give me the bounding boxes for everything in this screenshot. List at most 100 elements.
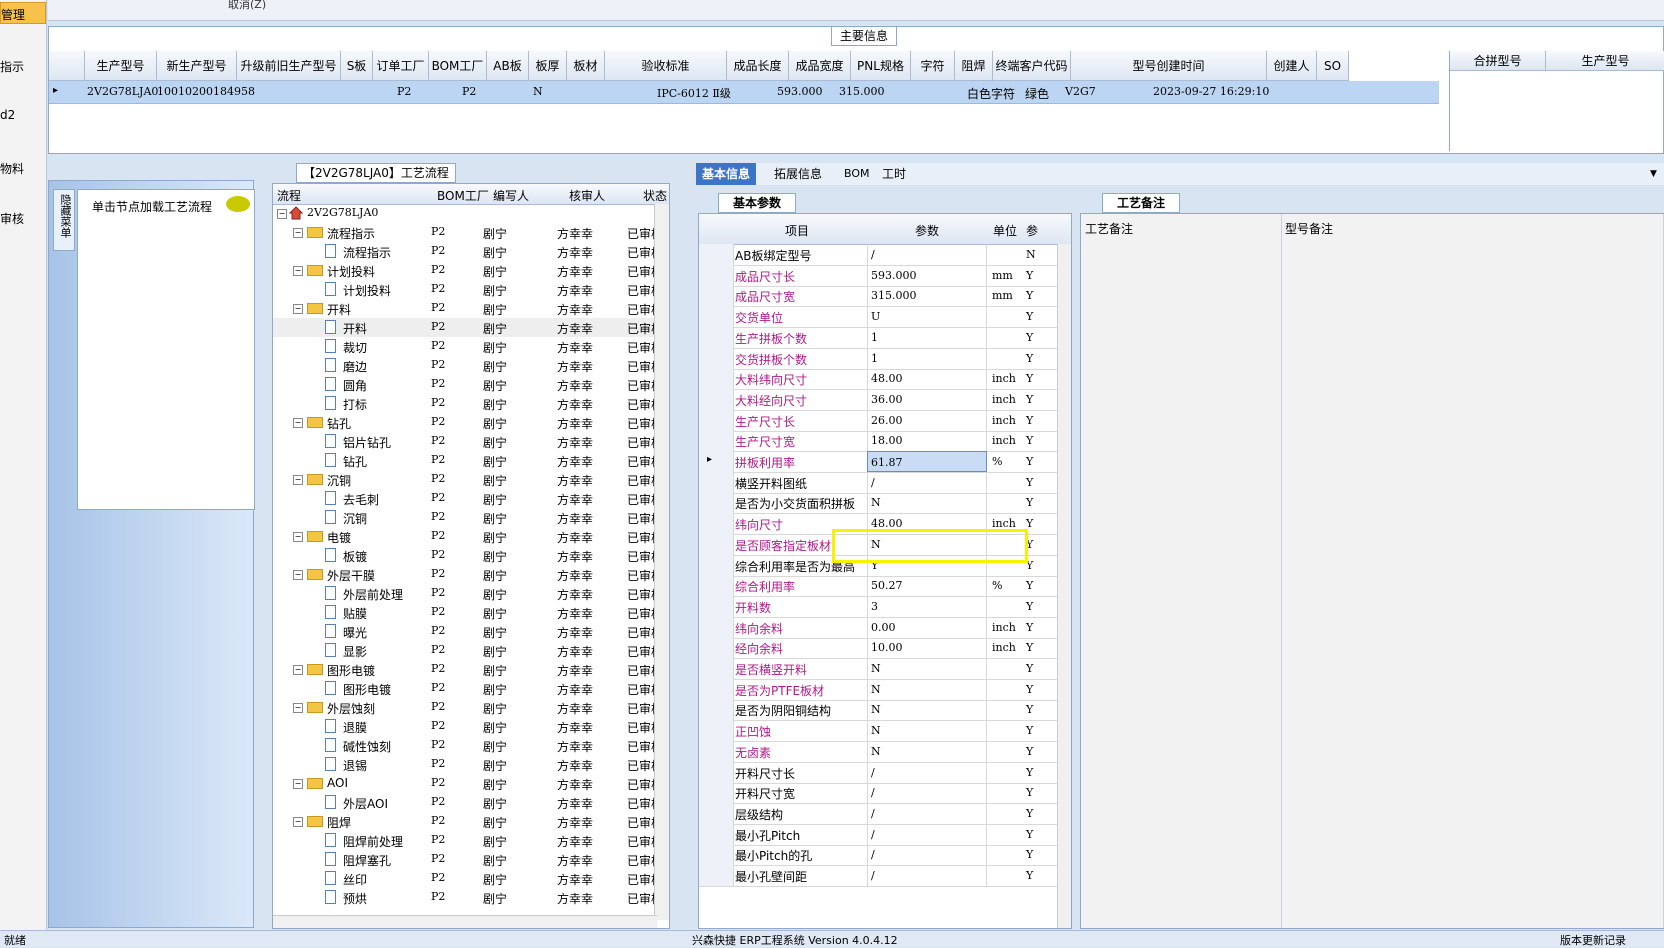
collapse-toggle-icon[interactable]: − xyxy=(293,703,303,713)
row-indicator[interactable] xyxy=(699,616,734,638)
main-col-header[interactable]: 订单工厂 xyxy=(373,51,429,81)
nav-item-1[interactable]: 指示 xyxy=(0,58,24,75)
row-indicator[interactable] xyxy=(699,823,734,845)
row-indicator[interactable] xyxy=(699,678,734,700)
tree-node-row[interactable]: 圆角 P2 剧宁 方幸幸 已审核 xyxy=(273,375,669,394)
cancel-button[interactable]: 取消(Z) xyxy=(228,0,266,12)
param-value-field[interactable]: / xyxy=(867,844,987,866)
param-value-field[interactable]: / xyxy=(867,802,987,824)
row-indicator[interactable] xyxy=(699,699,734,721)
nav-item-selected[interactable]: 管理 xyxy=(0,2,46,24)
param-row[interactable]: 无卤素 N Y xyxy=(699,740,1071,763)
param-value-field[interactable]: 315.000 xyxy=(867,285,987,307)
main-col-header[interactable]: PNL规格 xyxy=(851,51,911,81)
row-indicator[interactable] xyxy=(699,844,734,866)
param-value-field[interactable]: / xyxy=(867,782,987,804)
tree-node-row[interactable]: 显影 P2 剧宁 方幸幸 已审核 xyxy=(273,641,669,660)
row-indicator[interactable] xyxy=(699,575,734,597)
collapse-toggle-icon[interactable]: − xyxy=(293,665,303,675)
tree-node-row[interactable]: − 钻孔 P2 剧宁 方幸幸 已审核 xyxy=(273,413,669,432)
main-col-header[interactable]: 成品长度 xyxy=(727,51,789,81)
row-indicator[interactable] xyxy=(699,554,734,576)
row-indicator[interactable] xyxy=(699,802,734,824)
main-col-header[interactable]: 板厚 xyxy=(529,51,567,81)
tree-node-row[interactable]: − 流程指示 P2 剧宁 方幸幸 已审核 xyxy=(273,223,669,242)
param-row[interactable]: 大料纬向尺寸 48.00 inch Y xyxy=(699,368,1071,391)
tree-node-row[interactable]: − 电镀 P2 剧宁 方幸幸 已审核 xyxy=(273,527,669,546)
tree-node-row[interactable]: 贴膜 P2 剧宁 方幸幸 已审核 xyxy=(273,603,669,622)
tree-vertical-scrollbar[interactable] xyxy=(654,204,669,920)
row-indicator[interactable] xyxy=(699,244,734,265)
param-row[interactable]: 交货拼板个数 1 Y xyxy=(699,347,1071,370)
collapse-toggle-icon[interactable]: − xyxy=(293,228,303,238)
param-value-field[interactable]: U xyxy=(867,306,987,328)
main-col-header[interactable]: 验收标准 xyxy=(605,51,727,81)
param-row[interactable]: 最小孔Pitch / Y xyxy=(699,823,1071,846)
tree-horizontal-scrollbar[interactable] xyxy=(273,915,657,928)
row-indicator[interactable] xyxy=(699,285,734,307)
param-value-field[interactable]: / xyxy=(867,471,987,493)
tab-labor-hours[interactable]: 工时 xyxy=(876,163,912,185)
tree-col-writer[interactable]: 编写人 xyxy=(493,187,529,204)
main-col-header[interactable]: 终端客户代码 xyxy=(993,51,1071,81)
hide-menu-tab[interactable]: 隐藏菜单 xyxy=(53,189,75,251)
row-indicator[interactable] xyxy=(699,264,734,286)
param-value-field[interactable]: N xyxy=(867,658,987,679)
param-row[interactable]: 成品尺寸长 593.000 mm Y xyxy=(699,264,1071,287)
param-row[interactable]: 生产尺寸宽 18.00 inch Y xyxy=(699,430,1071,453)
param-value-field[interactable]: N xyxy=(867,699,987,721)
collapse-toggle-icon[interactable]: − xyxy=(293,418,303,428)
row-indicator[interactable] xyxy=(699,492,734,514)
tree-node-row[interactable]: 碱性蚀刻 P2 剧宁 方幸幸 已审核 xyxy=(273,736,669,755)
param-row[interactable]: 是否为小交货面积拼板 N Y xyxy=(699,492,1071,515)
tab-overflow-icon[interactable]: ▼ xyxy=(1644,163,1663,185)
params-col-value[interactable]: 参数 xyxy=(915,222,939,239)
main-col-header[interactable]: BOM工厂 xyxy=(429,51,487,81)
param-row[interactable]: 开料数 3 Y xyxy=(699,595,1071,618)
tree-node-row[interactable]: − 沉铜 P2 剧宁 方幸幸 已审核 xyxy=(273,470,669,489)
collapse-toggle-icon[interactable]: − xyxy=(293,570,303,580)
tree-node-row[interactable]: 图形电镀 P2 剧宁 方幸幸 已审核 xyxy=(273,679,669,698)
tree-node-row[interactable]: 流程指示 P2 剧宁 方幸幸 已审核 xyxy=(273,242,669,261)
param-row[interactable]: 是否为PTFE板材 N Y xyxy=(699,678,1071,701)
param-value-field[interactable]: N xyxy=(867,492,987,514)
param-row[interactable]: 是否横竖开料 N Y xyxy=(699,658,1071,680)
row-indicator[interactable]: ▸ xyxy=(699,451,734,472)
row-indicator[interactable] xyxy=(699,326,734,348)
tree-col-flow[interactable]: 流程 xyxy=(277,187,301,204)
param-row[interactable]: 开料尺寸长 / Y xyxy=(699,761,1071,784)
nav-item-2[interactable]: d2 xyxy=(0,108,15,122)
param-row[interactable]: 层级结构 / Y xyxy=(699,802,1071,825)
param-row[interactable]: 开料尺寸宽 / Y xyxy=(699,782,1071,805)
param-value-field[interactable]: 3 xyxy=(867,595,987,617)
tab-basic-info[interactable]: 基本信息 xyxy=(696,163,757,185)
param-value-field[interactable]: 26.00 xyxy=(867,409,987,431)
param-value-field[interactable]: 36.00 xyxy=(867,388,987,410)
tab-bom[interactable]: BOM xyxy=(838,163,876,185)
row-indicator[interactable] xyxy=(699,533,734,555)
row-indicator[interactable] xyxy=(699,658,734,679)
collapse-toggle-icon[interactable]: − xyxy=(293,532,303,542)
row-indicator[interactable] xyxy=(699,347,734,369)
row-indicator[interactable] xyxy=(699,368,734,390)
main-col-header[interactable]: S板 xyxy=(341,51,373,81)
process-notes-field[interactable] xyxy=(1081,214,1282,928)
param-value-field[interactable]: N xyxy=(867,740,987,762)
nav-item-4[interactable]: 审核 xyxy=(0,210,24,227)
param-row[interactable]: ▸ 拼板利用率 61.87% Y xyxy=(699,451,1071,473)
row-indicator[interactable] xyxy=(699,782,734,804)
row-indicator[interactable] xyxy=(699,720,734,742)
param-row[interactable]: 综合利用率 50.27% Y xyxy=(699,575,1071,598)
tree-node-row[interactable]: 阻焊塞孔 P2 剧宁 方幸幸 已审核 xyxy=(273,850,669,869)
tree-node-row[interactable]: 磨边 P2 剧宁 方幸幸 已审核 xyxy=(273,356,669,375)
param-row[interactable]: 生产拼板个数 1 Y xyxy=(699,326,1071,349)
params-col-item[interactable]: 项目 xyxy=(785,222,809,239)
param-row[interactable]: 横竖开料图纸 / Y xyxy=(699,471,1071,494)
prod-col-header[interactable]: 生产型号 xyxy=(1546,51,1664,71)
nav-item-3[interactable]: 物料 xyxy=(0,160,24,177)
param-value-field[interactable]: / xyxy=(867,761,987,783)
param-row[interactable]: 成品尺寸宽 315.000 mm Y xyxy=(699,285,1071,308)
param-row[interactable]: 交货单位 U Y xyxy=(699,306,1071,329)
grid-corner[interactable] xyxy=(49,51,85,81)
row-indicator[interactable] xyxy=(699,306,734,328)
